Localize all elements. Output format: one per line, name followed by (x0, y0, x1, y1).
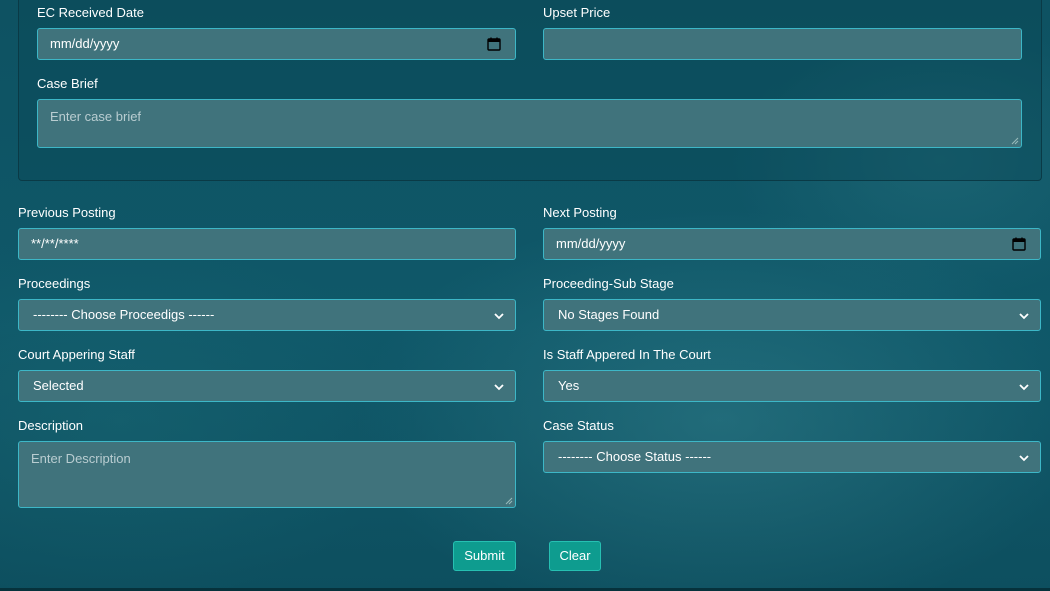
case-status-select[interactable]: -------- Choose Status ------ (543, 441, 1041, 473)
clear-button[interactable]: Clear (549, 541, 601, 571)
court-appearing-staff-select[interactable]: Selected (18, 370, 516, 402)
description-label: Description (18, 418, 84, 433)
calendar-icon[interactable] (487, 37, 501, 51)
proceedings-label: Proceedings (18, 276, 91, 291)
chevron-down-icon (1019, 455, 1029, 462)
ec-received-date-value: mm/dd/yyyy (50, 36, 120, 51)
staff-appeared-selected: Yes (558, 378, 580, 393)
proceedings-selected: -------- Choose Proceedigs ------ (33, 307, 215, 322)
chevron-down-icon (494, 313, 504, 320)
ec-received-date-input[interactable]: mm/dd/yyyy (37, 28, 516, 60)
staff-appeared-label: Is Staff Appered In The Court (543, 347, 711, 362)
court-appearing-staff-selected: Selected (33, 378, 84, 393)
description-textarea[interactable]: Enter Description (18, 441, 516, 508)
case-brief-label: Case Brief (37, 76, 98, 91)
submit-button[interactable]: Submit (453, 541, 516, 571)
next-posting-label: Next Posting (543, 205, 617, 220)
ec-received-date-label: EC Received Date (37, 5, 144, 20)
previous-posting-input[interactable]: **/**/**** (18, 228, 516, 260)
proceedings-select[interactable]: -------- Choose Proceedigs ------ (18, 299, 516, 331)
resize-grip-icon[interactable] (505, 497, 513, 505)
upset-price-input[interactable] (543, 28, 1022, 60)
case-brief-textarea[interactable]: Enter case brief (37, 99, 1022, 148)
proceeding-sub-stage-select[interactable]: No Stages Found (543, 299, 1041, 331)
case-status-label: Case Status (543, 418, 614, 433)
case-status-selected: -------- Choose Status ------ (558, 449, 712, 464)
chevron-down-icon (1019, 313, 1029, 320)
next-posting-input[interactable]: mm/dd/yyyy (543, 228, 1041, 260)
staff-appeared-select[interactable]: Yes (543, 370, 1041, 402)
upset-price-label: Upset Price (543, 5, 611, 20)
chevron-down-icon (1019, 384, 1029, 391)
previous-posting-label: Previous Posting (18, 205, 116, 220)
proceeding-sub-stage-selected: No Stages Found (558, 307, 660, 322)
next-posting-value: mm/dd/yyyy (556, 236, 626, 251)
chevron-down-icon (494, 384, 504, 391)
case-brief-placeholder: Enter case brief (50, 109, 142, 124)
court-appearing-staff-label: Court Appering Staff (18, 347, 135, 362)
description-placeholder: Enter Description (31, 451, 131, 466)
calendar-icon[interactable] (1012, 237, 1026, 251)
proceeding-sub-stage-label: Proceeding-Sub Stage (543, 276, 674, 291)
resize-grip-icon[interactable] (1011, 137, 1019, 145)
